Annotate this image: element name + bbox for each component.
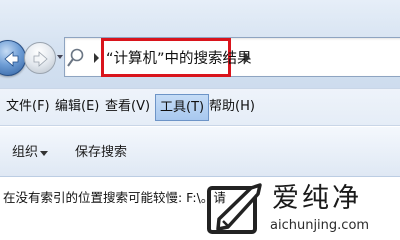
command-toolbar: 组织 保存搜索 <box>0 127 400 177</box>
address-toolbar: “计算机”中的搜索结果 <box>0 0 400 88</box>
organize-button[interactable]: 组织 <box>12 144 38 162</box>
watermark-name: 爱纯净 <box>272 183 362 214</box>
breadcrumb-highlight[interactable]: “计算机”中的搜索结果 <box>101 38 252 77</box>
arrow-right-icon <box>33 51 48 67</box>
arrow-left-icon <box>4 51 19 67</box>
menu-file[interactable]: 文件(F) <box>6 97 50 117</box>
magnifier-icon <box>67 48 84 67</box>
forward-button[interactable] <box>24 42 56 74</box>
address-field[interactable]: “计算机”中的搜索结果 <box>64 37 400 77</box>
menu-tools[interactable]: 工具(T) <box>155 94 210 121</box>
chevron-down-icon[interactable] <box>40 151 48 156</box>
back-button[interactable] <box>0 40 26 76</box>
chevron-right-icon[interactable] <box>92 52 100 64</box>
menu-view[interactable]: 查看(V) <box>105 97 150 117</box>
menu-bar: 文件(F) 编辑(E) 查看(V) 工具(T) 帮助(H) <box>0 88 400 126</box>
history-dropdown-icon[interactable] <box>56 50 64 64</box>
watermark-logo-icon <box>207 183 262 234</box>
menu-edit[interactable]: 编辑(E) <box>55 97 99 117</box>
save-search-button[interactable]: 保存搜索 <box>75 144 127 162</box>
menu-help[interactable]: 帮助(H) <box>209 97 255 117</box>
breadcrumb-search-results[interactable]: “计算机”中的搜索结果 <box>106 49 252 69</box>
watermark-url: aichunjing.com <box>270 218 370 233</box>
chevron-right-icon[interactable] <box>243 52 251 64</box>
